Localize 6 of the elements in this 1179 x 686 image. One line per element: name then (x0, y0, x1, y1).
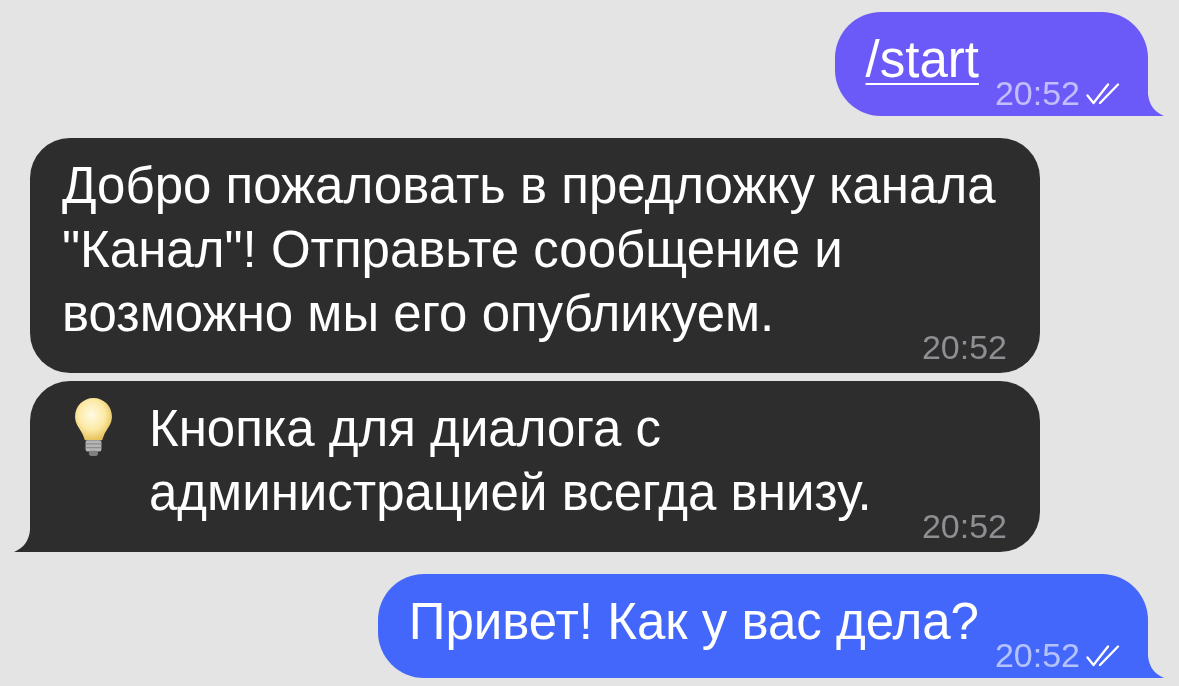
command-link[interactable]: /start (865, 31, 979, 88)
message-text: Кнопка для диалога с администрацией всегда внизу. (149, 400, 872, 521)
message-text: Привет! Как у вас дела? (408, 593, 979, 650)
message-time: 20:52 (994, 81, 1080, 105)
message-time: 20:52 (994, 643, 1080, 667)
message-time: 20:52 (921, 514, 1007, 538)
